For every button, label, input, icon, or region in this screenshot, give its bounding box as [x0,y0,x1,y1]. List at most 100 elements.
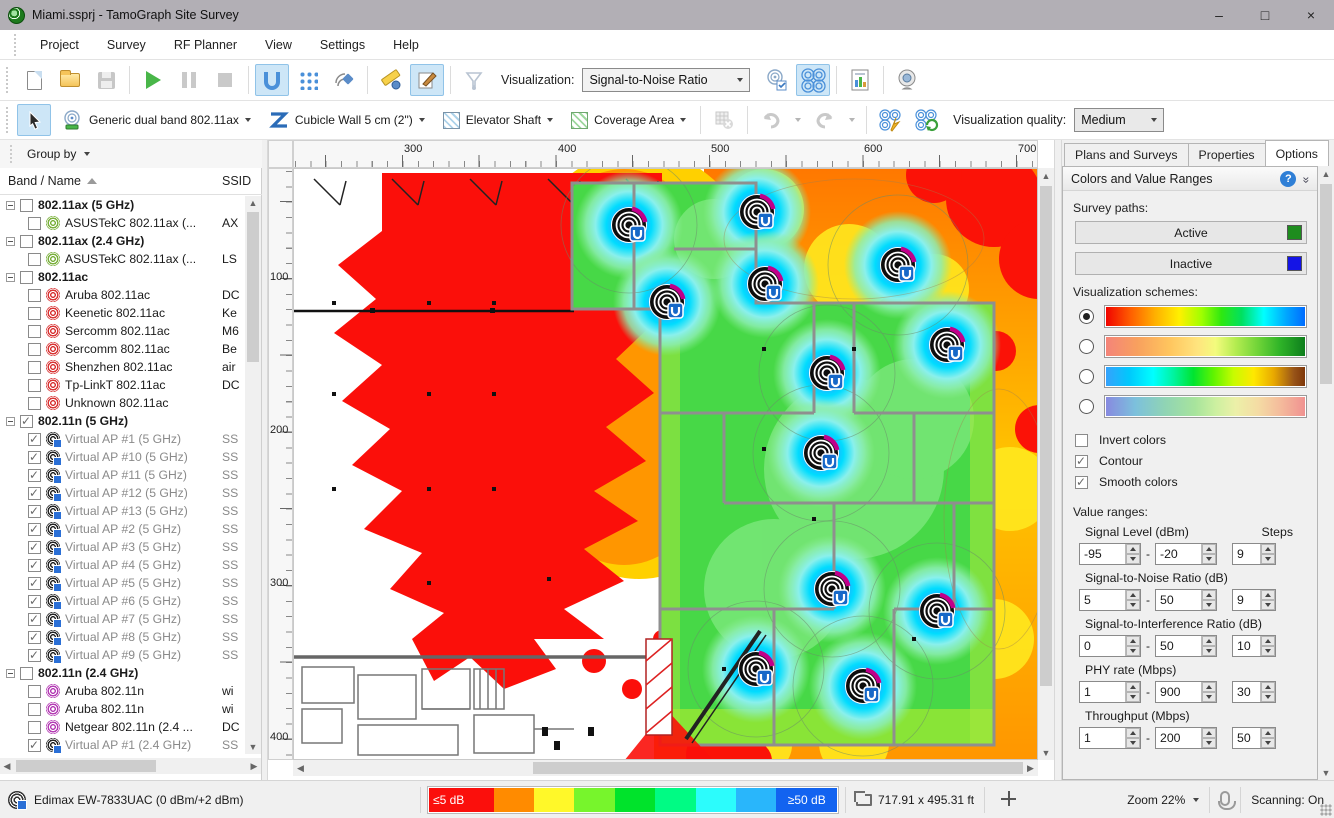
maximize-button[interactable]: □ [1242,0,1288,30]
tree-ap[interactable]: Shenzhen 802.11acair [0,358,244,376]
ap-marker[interactable] [881,248,916,283]
checkbox[interactable] [28,685,41,698]
webcam-button[interactable] [890,64,924,96]
attenuation-zone-selector[interactable]: Elevator Shaft [435,112,561,129]
steps-spinner[interactable]: 9 [1232,543,1276,565]
checkbox[interactable] [28,217,41,230]
max-spinner[interactable]: 900 [1155,681,1217,703]
tree-ap[interactable]: Virtual AP #5 (5 GHz)SS [0,574,244,592]
scheme-option-4[interactable] [1079,395,1307,418]
checkbox[interactable] [20,667,33,680]
ap-type-selector[interactable]: Generic dual band 802.11ax [53,110,259,130]
undo-dropdown[interactable] [790,104,806,136]
tree-ap[interactable]: Tp-LinkT 802.11acDC [0,376,244,394]
menu-settings[interactable]: Settings [306,30,379,60]
collapse-icon[interactable] [6,417,15,426]
checkbox[interactable] [28,379,41,392]
tree-ap[interactable]: Sercomm 802.11acM6 [0,322,244,340]
checkbox[interactable] [28,631,41,644]
checkbox[interactable] [28,325,41,338]
checkbox[interactable] [28,595,41,608]
max-spinner[interactable]: 50 [1155,635,1217,657]
min-spinner[interactable]: 5 [1079,589,1141,611]
minimize-button[interactable]: – [1196,0,1242,30]
quality-select[interactable]: Medium [1074,108,1164,132]
checkbox[interactable] [28,649,41,662]
delete-object-button[interactable] [707,104,741,136]
checkbox[interactable] [28,451,41,464]
tree-group[interactable]: 802.11ax (2.4 GHz) [0,232,244,250]
ap-marker[interactable] [920,594,955,629]
checkbox[interactable] [28,577,41,590]
ap-marker[interactable] [612,208,647,243]
menu-rf-planner[interactable]: RF Planner [160,30,251,60]
radio-selected[interactable] [1079,309,1094,324]
tree-ap[interactable]: Virtual AP #2 (5 GHz)SS [0,520,244,538]
min-spinner[interactable]: 1 [1079,681,1141,703]
scroll-left-arrow[interactable]: ◀ [0,758,14,774]
pause-survey-button[interactable] [172,64,206,96]
ap-marker[interactable] [810,356,845,391]
min-spinner[interactable]: -95 [1079,543,1141,565]
menu-project[interactable]: Project [26,30,93,60]
right-splitter[interactable] [1054,140,1062,780]
select-aps-button[interactable] [760,64,794,96]
scroll-right-arrow[interactable]: ▶ [247,758,261,774]
menu-help[interactable]: Help [379,30,433,60]
menu-survey[interactable]: Survey [93,30,160,60]
tree-ap[interactable]: Virtual AP #11 (5 GHz)SS [0,466,244,484]
section-header[interactable]: Colors and Value Ranges ? » [1063,167,1317,191]
gps-survey-button[interactable] [327,64,361,96]
tree-ap[interactable]: Virtual AP #3 (5 GHz)SS [0,538,244,556]
tree-ap[interactable]: Virtual AP #4 (5 GHz)SS [0,556,244,574]
ap-tree-vertical-scrollbar[interactable]: ▲ ▼ [245,196,261,754]
checkbox[interactable] [28,703,41,716]
coverage-area-selector[interactable]: Coverage Area [563,112,694,129]
tree-ap[interactable]: Virtual AP #13 (5 GHz)SS [0,502,244,520]
tree-ap[interactable]: Unknown 802.11ac [0,394,244,412]
pan-tool[interactable] [985,791,1032,809]
checkbox[interactable] [28,289,41,302]
tree-ap[interactable]: Sercomm 802.11acBe [0,340,244,358]
tree-ap[interactable]: Virtual AP #9 (5 GHz)SS [0,646,244,664]
min-spinner[interactable]: 0 [1079,635,1141,657]
checkbox[interactable] [20,415,33,428]
tree-ap[interactable]: Netgear 802.11n (2.4 ...DC [0,718,244,736]
group-by-button[interactable]: Group by [27,147,76,161]
ap-marker[interactable] [804,436,839,471]
checkbox[interactable] [28,559,41,572]
checkbox[interactable] [20,235,33,248]
scroll-down-arrow[interactable]: ▼ [1318,765,1334,780]
column-band-name[interactable]: Band / Name [0,174,97,188]
show-all-aps-button[interactable] [796,64,830,96]
ap-marker[interactable] [748,267,783,302]
active-path-color-button[interactable]: Active [1075,221,1307,244]
tree-ap[interactable]: Virtual AP #8 (5 GHz)SS [0,628,244,646]
checkbox-checked[interactable] [1075,455,1088,468]
tree-ap[interactable]: Virtual AP #7 (5 GHz)SS [0,610,244,628]
reports-button[interactable] [843,64,877,96]
wall-type-selector[interactable]: Cubicle Wall 5 cm (2") [261,111,433,129]
tree-ap[interactable]: Aruba 802.11acDC [0,286,244,304]
map-vertical-scrollbar[interactable]: ▲ ▼ [1038,168,1054,760]
min-spinner[interactable]: 1 [1079,727,1141,749]
redo-dropdown[interactable] [844,104,860,136]
collapse-icon[interactable] [6,669,15,678]
checkbox[interactable] [28,721,41,734]
scrollbar-thumb[interactable] [1320,184,1332,384]
checkbox[interactable] [28,613,41,626]
radio[interactable] [1079,399,1094,414]
zoom-control[interactable]: Zoom 22% [1117,793,1209,807]
inactive-path-color-button[interactable]: Inactive [1075,252,1307,275]
scrollbar-thumb[interactable] [247,212,259,362]
save-project-button[interactable] [89,64,123,96]
resize-grip[interactable] [1320,804,1332,816]
checkbox[interactable] [28,307,41,320]
invert-colors-checkbox[interactable]: Invert colors [1075,433,1317,447]
ap-marker[interactable] [739,652,774,687]
edit-plan-button[interactable] [410,64,444,96]
checkbox[interactable] [28,523,41,536]
ap-marker[interactable] [815,572,850,607]
undo-button[interactable] [754,104,788,136]
radio[interactable] [1079,339,1094,354]
